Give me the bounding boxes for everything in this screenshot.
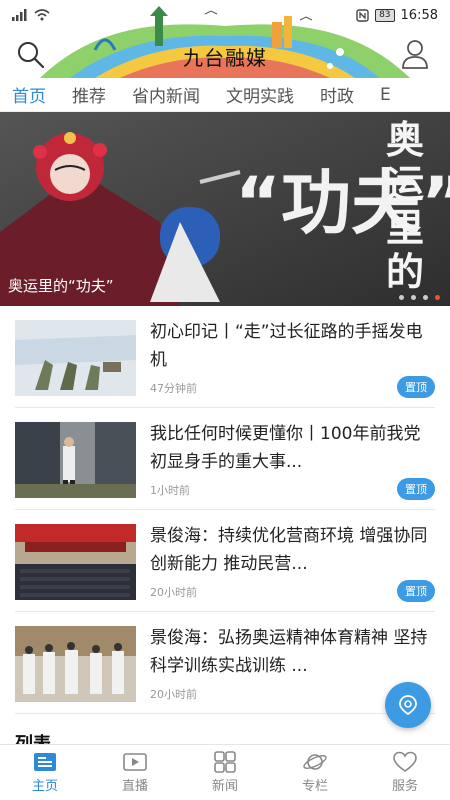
carousel-dot-active[interactable] [435, 295, 440, 300]
pinned-badge: 置顶 [397, 376, 435, 398]
bottom-navigation: 主页 直播 新闻 专栏 服务 [0, 744, 450, 800]
carousel-indicator [399, 295, 440, 300]
signal-icon [12, 9, 27, 21]
news-item[interactable]: 景俊海：持续优化营商环境 增强协同创新能力 推动民营... 20小时前 置顶 [15, 510, 435, 612]
battery-level: 83 [375, 8, 395, 22]
news-title[interactable]: 景俊海：弘扬奥运精神体育精神 坚持科学训练实战训练 ... [150, 624, 435, 680]
pinned-badge: 置顶 [397, 580, 435, 602]
channel-tabs: 首页 推荐 省内新闻 文明实践 时政 E [0, 78, 450, 112]
news-thumbnail [15, 320, 136, 396]
news-time: 20小时前 [150, 688, 197, 701]
tab-more-partial[interactable]: E [367, 85, 404, 105]
nav-live[interactable]: 直播 [90, 745, 180, 800]
tab-politics[interactable]: 时政 [307, 82, 367, 107]
news-item[interactable]: 初心印记丨“走”过长征路的手摇发电机 47分钟前 置顶 [15, 306, 435, 408]
news-thumbnail [15, 524, 136, 600]
news-item[interactable]: 景俊海：弘扬奥运精神体育精神 坚持科学训练实战训练 ... 20小时前 [15, 612, 435, 714]
nav-label: 新闻 [211, 779, 238, 794]
nav-column[interactable]: 专栏 [270, 745, 360, 800]
section-heading-partial: 列表 [15, 734, 51, 744]
nav-label: 专栏 [301, 779, 328, 794]
floating-location-button[interactable] [385, 682, 431, 728]
news-list: 初心印记丨“走”过长征路的手摇发电机 47分钟前 置顶 我比任何时候更懂你丨10… [0, 306, 450, 714]
nav-news[interactable]: 新闻 [180, 745, 270, 800]
hero-side-text: 奥运里的 [386, 118, 425, 294]
wifi-icon [34, 9, 50, 21]
nav-label: 直播 [121, 779, 148, 794]
news-item[interactable]: 我比任何时候更懂你丨100年前我党初显身手的重大事... 1小时前 置顶 [15, 408, 435, 510]
pinned-badge: 置顶 [397, 478, 435, 500]
news-thumbnail [15, 626, 136, 702]
tab-home[interactable]: 首页 [0, 82, 59, 107]
nav-home[interactable]: 主页 [0, 745, 90, 800]
nfc-icon [356, 8, 369, 22]
news-time: 47分钟前 [150, 382, 197, 395]
nav-label: 主页 [31, 779, 58, 794]
news-title[interactable]: 景俊海：持续优化营商环境 增强协同创新能力 推动民营... [150, 522, 435, 578]
news-time: 20小时前 [150, 586, 197, 599]
news-title[interactable]: 我比任何时候更懂你丨100年前我党初显身手的重大事... [150, 420, 435, 476]
heart-icon [393, 751, 417, 772]
hero-carousel[interactable]: “功夫” 奥运里的 奥运里的“功夫” [0, 112, 450, 306]
grid-icon [214, 751, 236, 773]
tab-province-news[interactable]: 省内新闻 [119, 82, 213, 107]
home-news-icon [34, 753, 56, 771]
location-pin-icon [399, 695, 417, 716]
live-video-icon [123, 753, 147, 771]
news-time: 1小时前 [150, 484, 190, 497]
hero-caption: 奥运里的“功夫” [8, 277, 114, 295]
news-thumbnail [15, 422, 136, 498]
tab-civilization-practice[interactable]: 文明实践 [213, 82, 307, 107]
planet-icon [303, 754, 327, 770]
status-bar: 83 16:58 [0, 0, 450, 30]
clock-time: 16:58 [400, 7, 438, 23]
nav-services[interactable]: 服务 [360, 745, 450, 800]
carousel-dot[interactable] [411, 295, 416, 300]
app-title: 九台融媒 [183, 46, 267, 70]
carousel-dot[interactable] [423, 295, 428, 300]
tab-recommend[interactable]: 推荐 [59, 82, 119, 107]
nav-label: 服务 [391, 779, 418, 794]
user-profile-icon[interactable] [400, 38, 430, 70]
carousel-dot[interactable] [399, 295, 404, 300]
news-title[interactable]: 初心印记丨“走”过长征路的手摇发电机 [150, 318, 435, 374]
